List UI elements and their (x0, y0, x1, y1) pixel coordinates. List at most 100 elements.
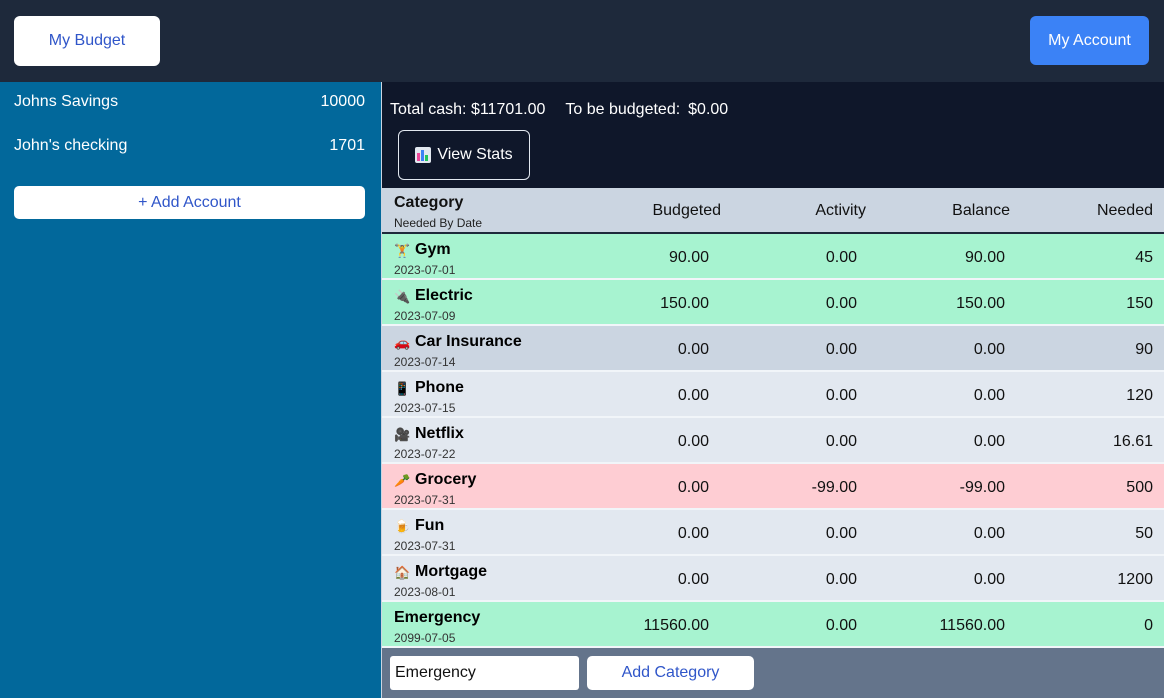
category-name-cell: 🏠 Mortgage (394, 563, 487, 580)
category-table: Category Needed By Date Budgeted Activit… (382, 188, 1164, 648)
my-account-button[interactable]: My Account (1030, 16, 1149, 65)
needed-cell: 500 (1126, 479, 1153, 496)
category-name-cell: 🥕 Grocery (394, 471, 477, 488)
category-name-input[interactable] (390, 656, 579, 690)
category-date: 2023-08-01 (394, 585, 456, 599)
bar-chart-icon (415, 147, 432, 163)
table-row[interactable]: 🏋 Gym 2023-07-01 90.00 0.00 90.00 45 (382, 234, 1164, 280)
category-name-cell: Emergency (394, 609, 481, 626)
header-category: Category (394, 194, 464, 211)
header-activity: Activity (815, 202, 866, 219)
header-balance: Balance (952, 202, 1010, 219)
balance-cell: -99.00 (959, 479, 1005, 496)
category-name-cell: 🔌 Electric (394, 287, 473, 304)
house-icon: 🏠 (394, 564, 411, 580)
accounts-sidebar: Johns Savings 10000 John's checking 1701… (0, 82, 381, 698)
my-budget-button[interactable]: My Budget (14, 16, 160, 66)
category-date: 2023-07-31 (394, 493, 456, 507)
account-item-johns-savings[interactable]: Johns Savings 10000 (14, 91, 365, 113)
activity-cell: 0.00 (825, 433, 857, 450)
budgeted-cell[interactable]: 0.00 (678, 341, 709, 359)
table-row[interactable]: 🍺 Fun 2023-07-31 0.00 0.00 0.00 50 (382, 510, 1164, 556)
balance-cell: 150.00 (956, 295, 1005, 312)
view-stats-label: View Stats (437, 146, 513, 163)
table-row[interactable]: 📱 Phone 2023-07-15 0.00 0.00 0.00 120 (382, 372, 1164, 418)
category-name-cell: 🍺 Fun (394, 517, 445, 534)
car-icon: 🚗 (394, 334, 411, 350)
balance-cell: 0.00 (973, 433, 1005, 450)
view-stats-button[interactable]: View Stats (398, 130, 530, 180)
category-date: 2023-07-15 (394, 401, 456, 415)
category-name-cell: 🏋 Gym (394, 241, 451, 258)
activity-cell: 0.00 (825, 341, 857, 358)
add-account-button[interactable]: + Add Account (14, 186, 365, 219)
add-category-button[interactable]: Add Category (587, 656, 754, 690)
balance-cell: 90.00 (964, 249, 1005, 266)
category-date: 2023-07-01 (394, 263, 456, 277)
budgeted-cell[interactable]: 0.00 (678, 479, 709, 497)
beer-icon: 🍺 (394, 518, 411, 534)
top-bar: My Budget My Account (0, 0, 1164, 82)
activity-cell: 0.00 (825, 525, 857, 542)
total-cash-label: Total cash: (390, 101, 467, 118)
to-be-budgeted-value: $0.00 (688, 101, 729, 118)
needed-cell: 16.61 (1112, 433, 1153, 450)
account-name: Johns Savings (14, 93, 119, 110)
table-row[interactable]: 🚗 Car Insurance 2023-07-14 0.00 0.00 0.00… (382, 326, 1164, 372)
category-name-cell: 🎥 Netflix (394, 425, 464, 442)
video-camera-icon: 🎥 (394, 426, 411, 442)
needed-cell: 150 (1126, 295, 1153, 312)
activity-cell: 0.00 (825, 295, 857, 312)
category-date: 2023-07-22 (394, 447, 456, 461)
table-row[interactable]: 🔌 Electric 2023-07-09 150.00 0.00 150.00 … (382, 280, 1164, 326)
phone-icon: 📱 (394, 380, 411, 396)
budgeted-cell[interactable]: 0.00 (678, 525, 709, 543)
activity-cell: 0.00 (825, 571, 857, 588)
activity-cell: 0.00 (825, 249, 857, 266)
category-date: 2099-07-05 (394, 631, 456, 645)
budgeted-cell[interactable]: 150.00 (660, 295, 709, 313)
activity-cell: 0.00 (825, 387, 857, 404)
header-budgeted: Budgeted (652, 202, 721, 219)
budget-main: Total cash: $11701.00 To be budgeted: $0… (382, 82, 1164, 698)
category-name-cell: 🚗 Car Insurance (394, 333, 522, 350)
total-cash-value: $11701.00 (470, 101, 546, 118)
balance-cell: 0.00 (973, 341, 1005, 358)
budgeted-cell[interactable]: 0.00 (678, 387, 709, 405)
category-name-cell: 📱 Phone (394, 379, 464, 396)
account-name: John's checking (14, 137, 128, 154)
table-row[interactable]: Emergency 2099-07-05 11560.00 0.00 11560… (382, 602, 1164, 648)
to-be-budgeted-label: To be budgeted: (565, 101, 681, 118)
table-row[interactable]: 🎥 Netflix 2023-07-22 0.00 0.00 0.00 16.61 (382, 418, 1164, 464)
total-cash: Total cash: $11701.00 (390, 101, 545, 119)
needed-cell: 1200 (1117, 571, 1153, 588)
category-date: 2023-07-14 (394, 355, 456, 369)
category-date: 2023-07-31 (394, 539, 456, 553)
balance-cell: 0.00 (973, 525, 1005, 542)
add-category-bar: Add Category (382, 648, 1164, 698)
budgeted-cell[interactable]: 0.00 (678, 433, 709, 451)
budgeted-cell[interactable]: 0.00 (678, 571, 709, 589)
budgeted-cell[interactable]: 90.00 (669, 249, 709, 267)
category-date: 2023-07-09 (394, 309, 456, 323)
balance-cell: 0.00 (973, 387, 1005, 404)
balance-cell: 11560.00 (939, 617, 1005, 634)
account-balance: 1701 (329, 137, 365, 154)
account-item-johns-checking[interactable]: John's checking 1701 (14, 135, 365, 157)
activity-cell: -99.00 (811, 479, 857, 496)
table-header: Category Needed By Date Budgeted Activit… (382, 188, 1164, 234)
needed-cell: 50 (1135, 525, 1153, 542)
balance-cell: 0.00 (973, 571, 1005, 588)
needed-cell: 45 (1135, 249, 1153, 266)
table-row[interactable]: 🥕 Grocery 2023-07-31 0.00 -99.00 -99.00 5… (382, 464, 1164, 510)
needed-cell: 90 (1135, 341, 1153, 358)
gym-icon: 🏋 (394, 242, 411, 258)
activity-cell: 0.00 (825, 617, 857, 634)
needed-cell: 120 (1126, 387, 1153, 404)
plug-icon: 🔌 (394, 288, 411, 304)
table-row[interactable]: 🏠 Mortgage 2023-08-01 0.00 0.00 0.00 1200 (382, 556, 1164, 602)
budgeted-cell[interactable]: 11560.00 (643, 617, 709, 635)
budget-summary: Total cash: $11701.00 To be budgeted: $0… (390, 101, 728, 119)
account-balance: 10000 (320, 93, 366, 110)
header-needed: Needed (1096, 202, 1153, 219)
